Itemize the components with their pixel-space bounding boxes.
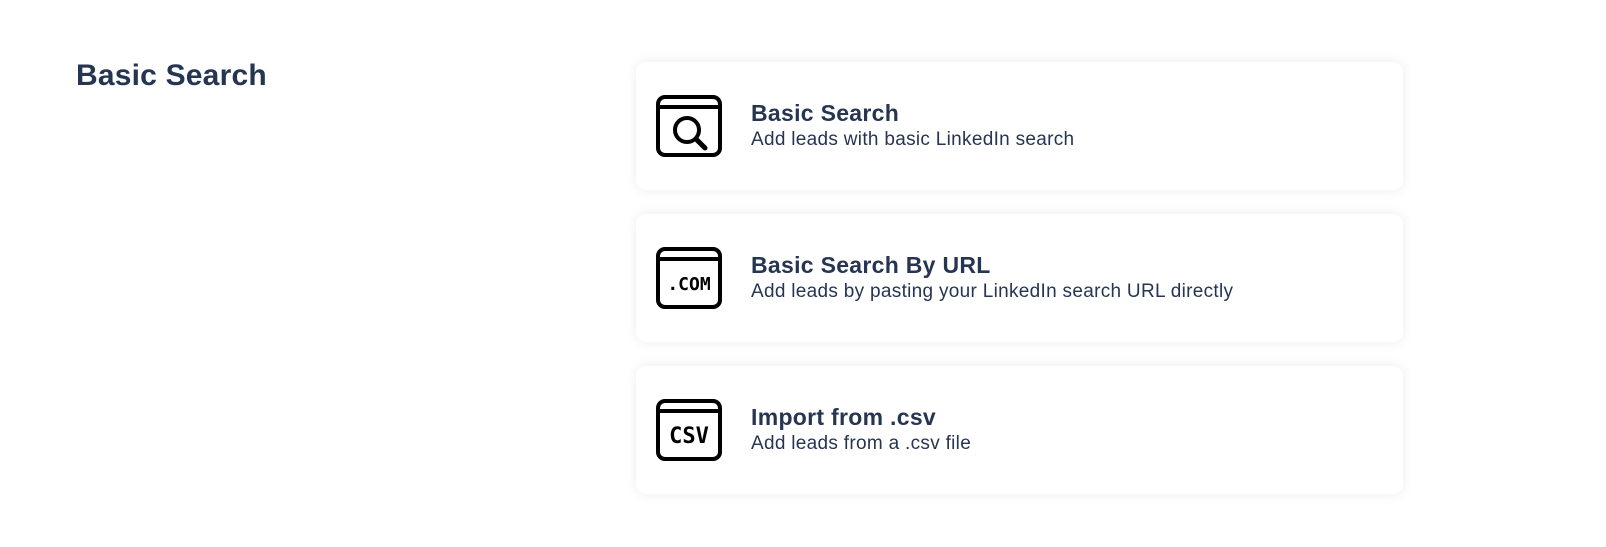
option-description: Add leads from a .csv file xyxy=(751,433,972,454)
browser-dotcom-icon: .COM xyxy=(656,247,722,309)
option-text: Basic Search By URL Add leads by pasting… xyxy=(751,251,1233,305)
basic-search-by-url-option-card[interactable]: .COM Basic Search By URL Add leads by pa… xyxy=(636,214,1403,342)
option-text: Basic Search Add leads with basic Linked… xyxy=(751,99,1074,153)
option-text: Import from .csv Add leads from a .csv f… xyxy=(751,403,971,457)
icon-label: .COM xyxy=(667,274,711,295)
search-option-list: Basic Search Add leads with basic Linked… xyxy=(636,62,1403,494)
option-title: Import from .csv xyxy=(751,404,937,430)
basic-search-option-card[interactable]: Basic Search Add leads with basic Linked… xyxy=(636,62,1403,190)
option-title: Basic Search xyxy=(751,100,900,126)
option-description: Add leads by pasting your LinkedIn searc… xyxy=(751,281,1234,302)
icon-label: CSV xyxy=(669,424,709,449)
import-csv-option-card[interactable]: CSV Import from .csv Add leads from a .c… xyxy=(636,366,1403,494)
browser-csv-icon: CSV xyxy=(656,399,722,461)
option-description: Add leads with basic LinkedIn search xyxy=(751,129,1075,150)
option-title: Basic Search By URL xyxy=(751,252,991,278)
page: Basic Search Basic Search Add leads with… xyxy=(0,0,1606,547)
browser-search-icon xyxy=(656,95,722,157)
section-title: Basic Search xyxy=(76,59,267,92)
